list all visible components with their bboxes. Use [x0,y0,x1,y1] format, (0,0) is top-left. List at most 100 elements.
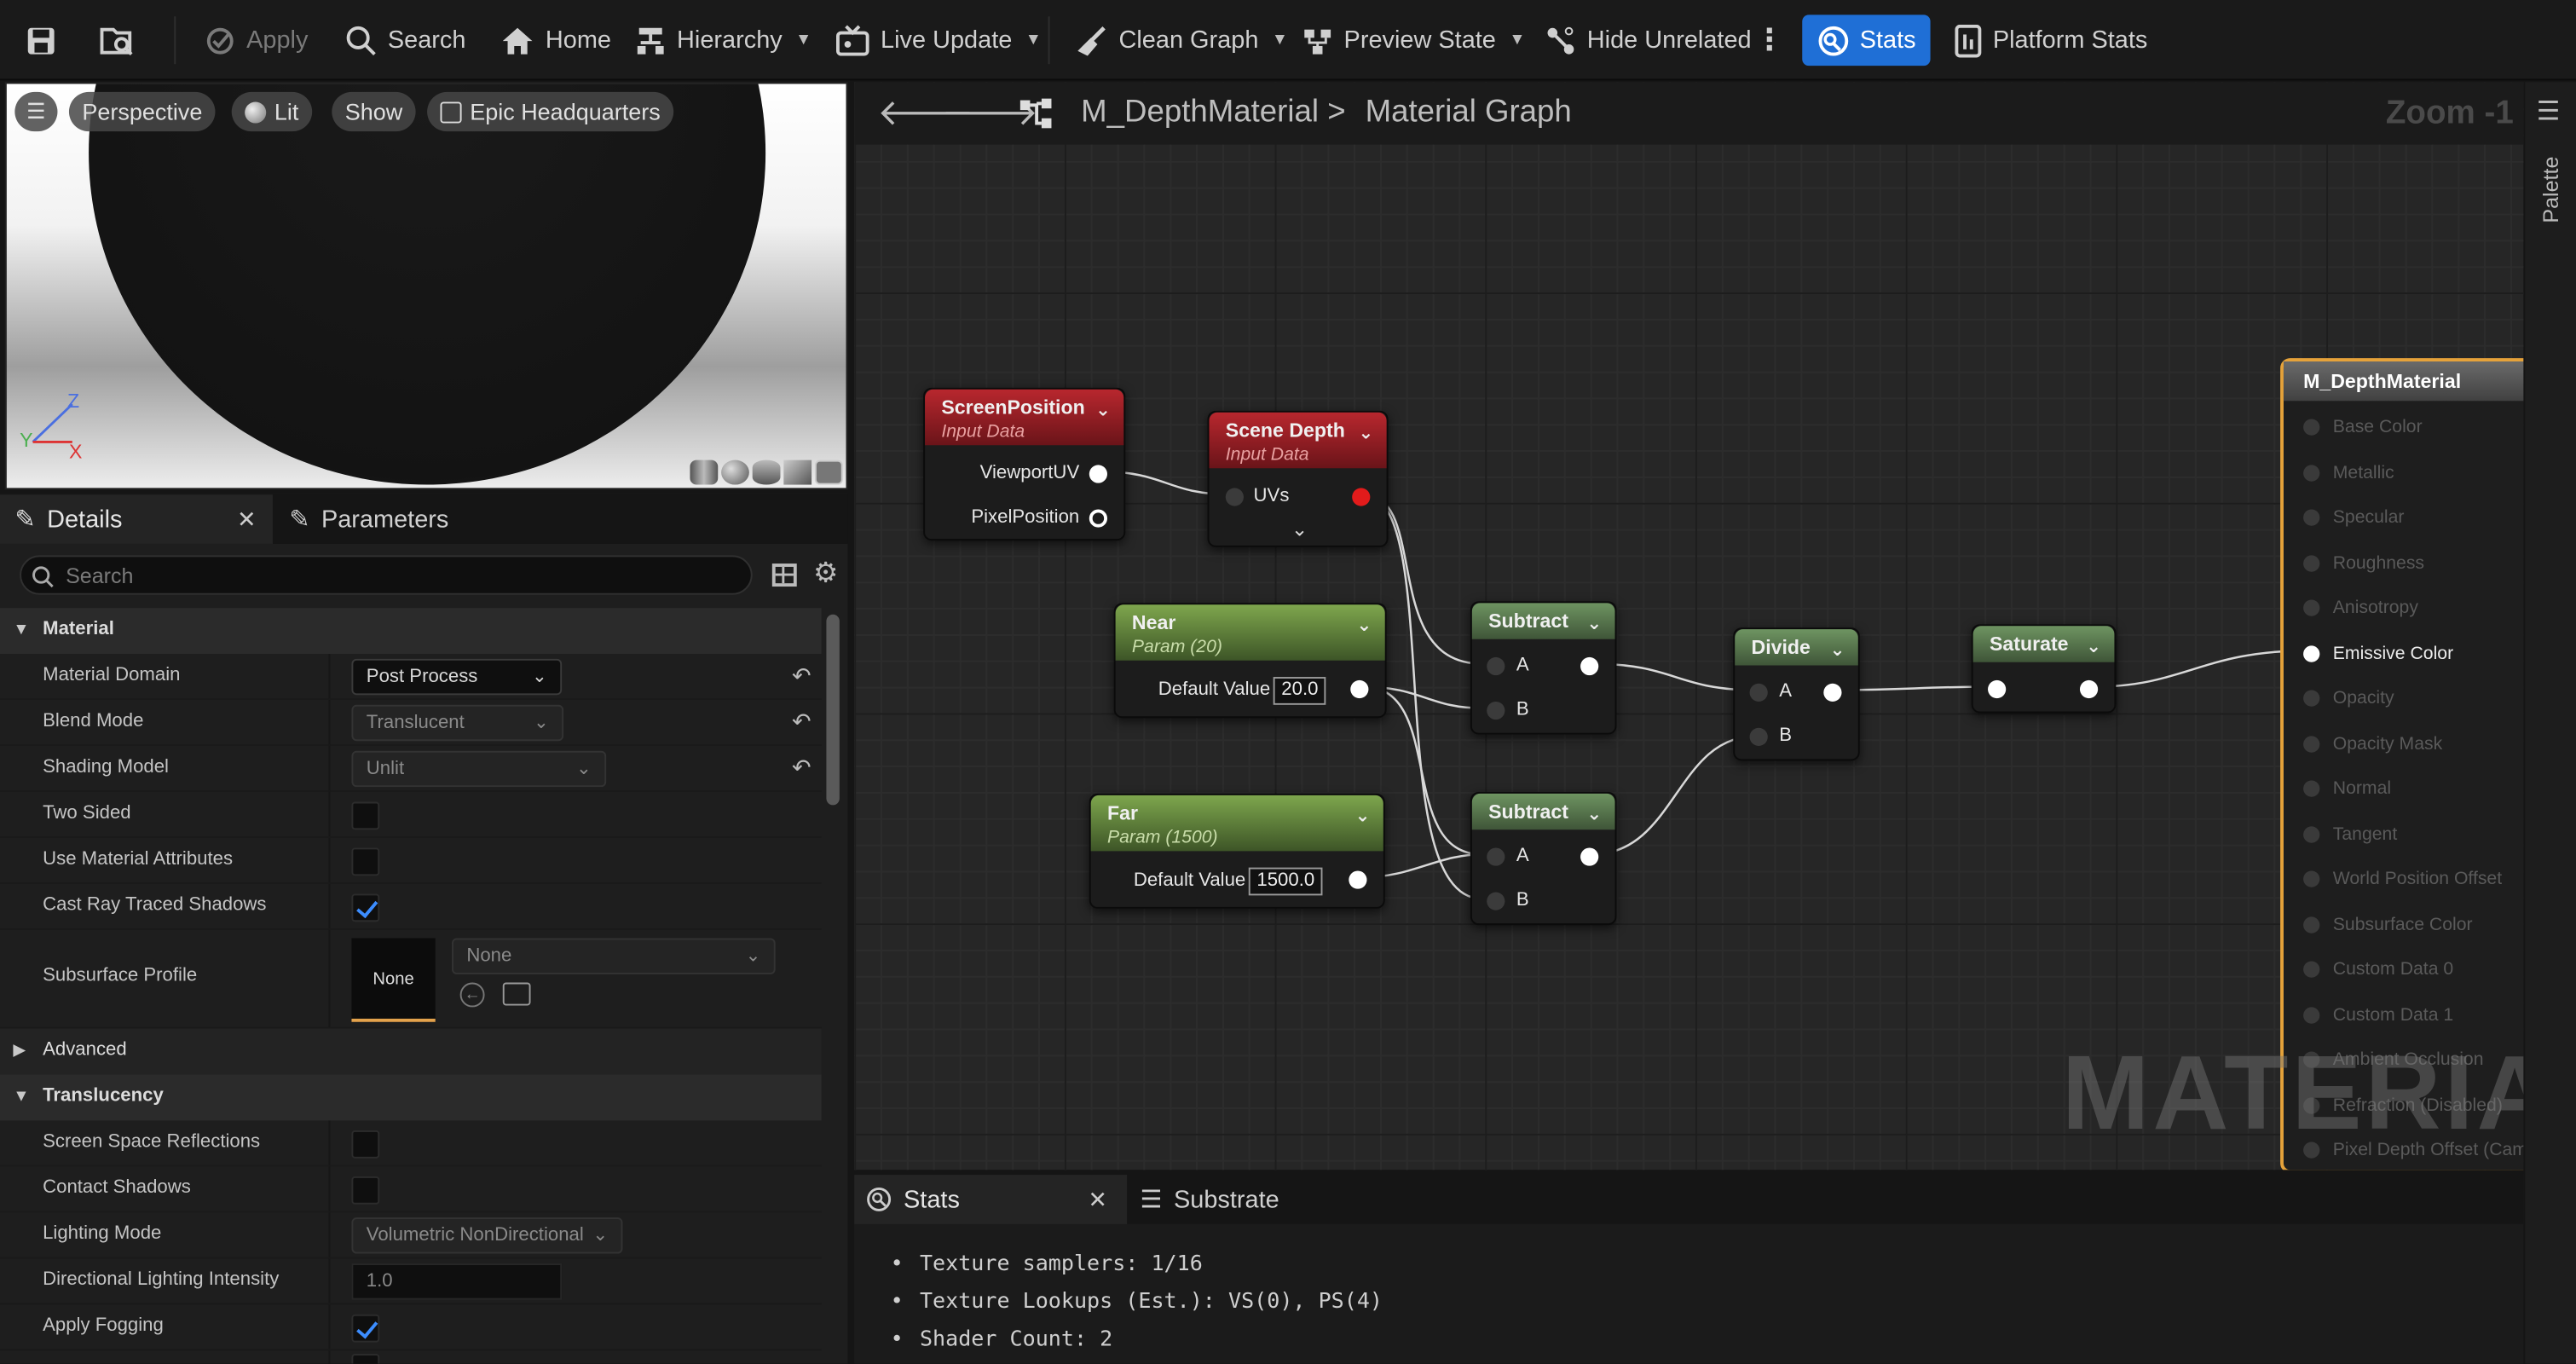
browse-folder-icon[interactable] [502,982,531,1006]
hierarchy-dropdown[interactable]: Hierarchy ▼ [634,14,811,66]
pin-b-in[interactable] [1487,701,1505,720]
subsurface-profile-dropdown[interactable]: None ⌄ [452,938,776,974]
cast-ray-traced-shadows-checkbox[interactable] [351,893,380,922]
viewport-menu-button[interactable]: ☰ [14,91,58,132]
sphere-icon[interactable] [721,459,749,485]
close-icon[interactable]: ✕ [237,506,257,534]
two-sided-checkbox[interactable] [351,801,380,830]
chevron-down-icon[interactable]: ⌄ [2086,636,2101,657]
pin-dot[interactable] [2303,599,2320,616]
live-update-dropdown[interactable]: Live Update ▼ [835,14,1042,66]
pin-far-out[interactable] [1349,870,1367,889]
pin-dot[interactable] [2303,961,2320,978]
node-saturate[interactable]: Saturate ⌄ [1971,624,2117,714]
pin-out[interactable] [1823,683,1842,702]
material-domain-dropdown[interactable]: Post Process ⌄ [351,658,563,696]
pin-dot[interactable] [2303,870,2320,887]
gear-icon[interactable]: ⚙ [813,557,838,590]
pin-dot[interactable] [2303,419,2320,436]
cube-icon[interactable] [783,459,812,485]
pin-b-in[interactable] [1487,892,1505,910]
pin-dot[interactable] [2303,554,2320,571]
level-button[interactable]: Epic Headquarters [427,91,674,132]
use-selected-icon[interactable]: ← [459,982,485,1008]
node-near[interactable]: Near Param (20) ⌄ Default Value 20.0 [1113,603,1387,719]
pin-out[interactable] [1580,656,1599,676]
material-pin[interactable]: World Position Offset [2303,868,2523,894]
pin-dot[interactable] [2303,1006,2320,1023]
material-pin[interactable]: Subsurface Color [2303,913,2523,939]
pin-out[interactable] [2079,679,2099,699]
pin-in[interactable] [1988,679,2007,699]
perspective-button[interactable]: Perspective [68,91,216,132]
pin-dot[interactable] [2303,509,2320,526]
cylinder-icon[interactable] [690,459,719,485]
material-pin[interactable]: Custom Data 0 [2303,958,2523,985]
material-pin[interactable]: Metallic [2303,461,2523,488]
shading-model-dropdown[interactable]: Unlit ⌄ [351,750,607,788]
expand-chevron-icon[interactable]: ⌄ [1291,517,1308,540]
material-pin[interactable]: Opacity Mask [2303,732,2523,759]
plane-icon[interactable] [752,459,781,485]
pin-uvs-in[interactable] [1225,488,1244,506]
pin-depth-out[interactable] [1352,488,1371,506]
tab-substrate[interactable]: ☰ Substrate [1141,1175,1279,1224]
node-far[interactable]: Far Param (1500) ⌄ Default Value 1500.0 [1089,793,1385,909]
chevron-down-icon[interactable]: ⌄ [1357,615,1372,636]
more-options-icon[interactable]: ⋮ [1754,14,1784,66]
use-material-attributes-checkbox[interactable] [351,847,380,876]
material-pin[interactable]: Specular [2303,506,2523,533]
subsurface-profile-thumbnail[interactable]: None [351,938,436,1022]
browse-asset-icon[interactable] [99,14,135,66]
node-screen-position[interactable]: ScreenPosition Input Data ⌄ ViewportUV Pix… [923,387,1126,541]
material-pin[interactable]: Base Color [2303,416,2523,442]
chevron-down-icon[interactable]: ⌄ [1095,399,1111,420]
chevron-down-icon[interactable]: ⌄ [1586,613,1602,634]
material-pin[interactable]: Anisotropy [2303,597,2523,623]
pin-b-in[interactable] [1749,727,1768,746]
node-subtract-2[interactable]: Subtract ⌄ A B [1470,791,1617,926]
pin-dot[interactable] [2303,735,2320,752]
lighting-mode-dropdown[interactable]: Volumetric NonDirectional ⌄ [351,1217,623,1254]
pin-dot[interactable] [2303,916,2320,933]
material-graph-canvas[interactable]: 🡐 🡒 M_DepthMaterial > Material Graph Zoo… [854,82,2524,1170]
table-view-icon[interactable] [771,564,797,587]
palette-tab[interactable]: Palette [2538,145,2563,235]
pin-a-in[interactable] [1749,683,1768,702]
pin-near-out[interactable] [1350,679,1369,699]
tab-stats[interactable]: Stats ✕ [854,1175,1128,1224]
reset-icon[interactable]: ↶ [792,662,811,691]
tab-parameters[interactable]: ✎ Parameters [289,494,448,544]
save-icon[interactable] [25,14,58,66]
apply-fogging-checkbox[interactable] [351,1314,380,1343]
details-search-input[interactable]: Search [20,555,753,595]
material-pin[interactable]: Roughness [2303,552,2523,578]
pin-out[interactable] [1580,847,1599,866]
node-scene-depth[interactable]: Scene Depth Input Data ⌄ UVs ⌄ [1207,410,1389,547]
material-pin[interactable]: Tangent [2303,823,2523,849]
lit-button[interactable]: Lit [231,91,312,132]
chevron-down-icon[interactable]: ⌄ [1358,422,1373,443]
pin-dot[interactable] [2303,690,2320,707]
far-default-value-field[interactable]: 1500.0 [1248,867,1323,896]
chevron-down-icon[interactable]: ⌄ [1355,805,1371,826]
pin-a-in[interactable] [1487,847,1505,866]
clean-graph-dropdown[interactable]: Clean Graph ▼ [1076,14,1288,66]
section-translucency[interactable]: ▼ Translucency [0,1074,822,1121]
preview-viewport[interactable]: ☰ Perspective Lit Show Epic Headquarters… [4,82,848,490]
material-pin[interactable]: Custom Data 1 [2303,1003,2523,1030]
list-icon[interactable]: ☰ [2537,95,2561,129]
pin-dot[interactable] [2303,644,2320,662]
preview-state-dropdown[interactable]: Preview State ▼ [1301,14,1525,66]
next-row-checkbox[interactable] [351,1354,380,1364]
material-pin[interactable]: Opacity [2303,687,2523,714]
apply-button[interactable]: Apply [204,14,308,66]
tab-details[interactable]: ✎ Details ✕ [0,494,273,544]
show-button[interactable]: Show [332,91,416,132]
pin-dot[interactable] [2303,825,2320,842]
reset-icon[interactable]: ↶ [792,754,811,783]
stats-button[interactable]: Stats [1802,14,1931,66]
hide-unrelated-button[interactable]: Hide Unrelated [1545,14,1752,66]
chevron-down-icon[interactable]: ⌄ [1830,639,1845,661]
node-subtract-1[interactable]: Subtract ⌄ A B [1470,601,1617,735]
